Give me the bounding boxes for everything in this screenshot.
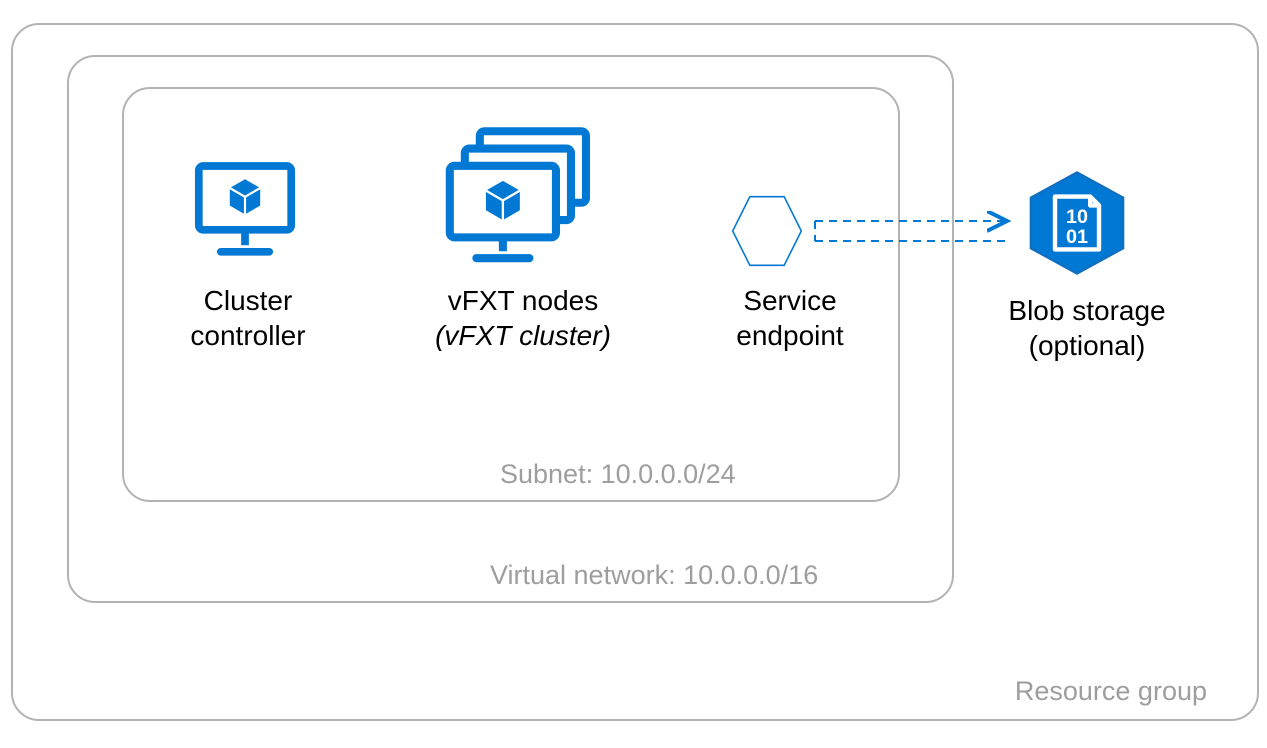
service-endpoint-label: Service endpoint	[700, 283, 880, 353]
vnet-label: Virtual network: 10.0.0.0/16	[490, 560, 818, 591]
service-endpoint-label-l1: Service	[743, 285, 836, 316]
blob-storage-icon: 10 01	[1022, 168, 1132, 278]
blob-storage-label-l1: Blob storage	[1008, 295, 1165, 326]
vfxt-nodes-icon	[440, 122, 605, 272]
blob-storage-label: Blob storage (optional)	[987, 293, 1187, 363]
svg-text:10: 10	[1066, 206, 1088, 228]
resource-group-label: Resource group	[1015, 676, 1207, 707]
service-endpoint-icon	[726, 192, 808, 270]
vfxt-nodes-label: vFXT nodes (vFXT cluster)	[413, 283, 633, 353]
cluster-controller-icon	[190, 155, 300, 265]
cluster-controller-label-l2: controller	[190, 320, 305, 351]
vfxt-nodes-label-l1: vFXT nodes	[448, 285, 598, 316]
subnet-label: Subnet: 10.0.0.0/24	[500, 459, 736, 490]
service-endpoint-label-l2: endpoint	[736, 320, 843, 351]
cluster-controller-label: Cluster controller	[153, 283, 343, 353]
vfxt-nodes-label-l2-inner: vFXT cluster	[444, 320, 601, 351]
svg-text:01: 01	[1066, 226, 1088, 248]
service-endpoint-to-blob-arrow	[810, 206, 1020, 256]
blob-storage-label-l2: (optional)	[1029, 330, 1146, 361]
cluster-controller-label-l1: Cluster	[204, 285, 293, 316]
